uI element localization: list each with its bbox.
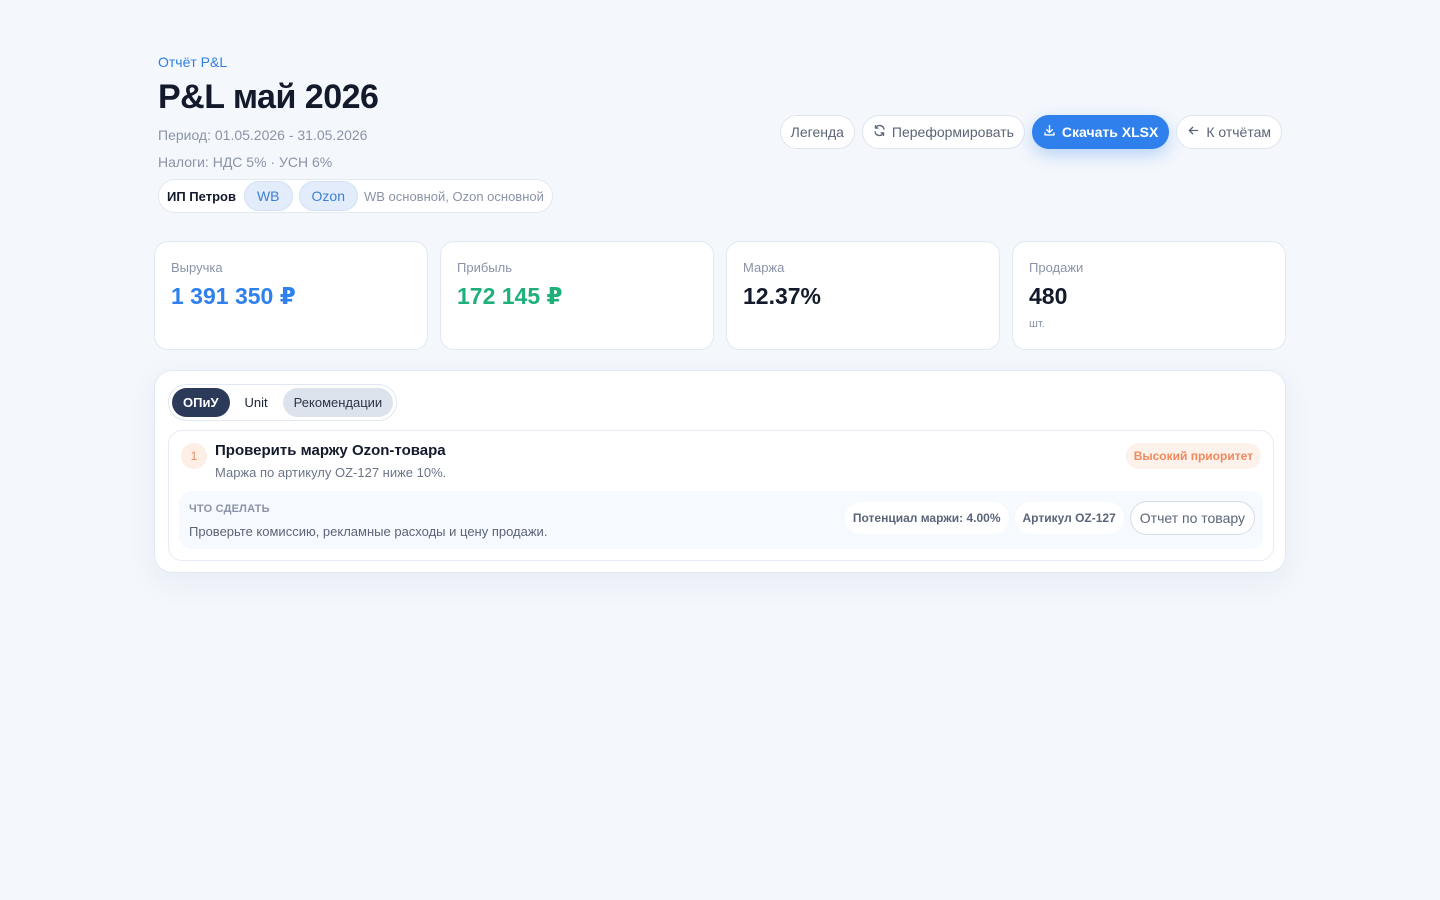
download-icon	[1043, 124, 1056, 140]
kpi-unit: шт.	[1029, 318, 1045, 330]
entity-name: ИП Петров	[167, 188, 236, 204]
kpi-label: Прибыль	[457, 260, 512, 275]
priority-badge: Высокий приоритет	[1125, 443, 1261, 469]
product-report-label: Отчет по товару	[1139, 510, 1245, 526]
marketplace-chip-wb: WB	[243, 181, 293, 211]
recommendation-number: 1	[181, 443, 207, 469]
todo-label: ЧТО СДЕЛАТЬ	[189, 503, 270, 515]
regenerate-button-label: Переформировать	[891, 124, 1014, 140]
recommendation-description: Маржа по артикулу OZ-127 ниже 10%.	[215, 465, 447, 480]
kpi-label: Маржа	[743, 260, 785, 275]
report-tabs: ОПиУ Unit Рекомендации	[168, 384, 398, 421]
recommendation-title: Проверить маржу Ozon-товара	[215, 442, 446, 459]
kpi-profit: Прибыль 172 145 ₽	[440, 241, 714, 350]
legend-button[interactable]: Легенда	[779, 115, 855, 149]
kpi-value: 1 391 350 ₽	[171, 283, 296, 309]
report-header: Отчёт P&L P&L май 2026 Период: 01.05.202…	[158, 54, 379, 170]
kpi-margin: Маржа 12.37%	[726, 241, 1000, 350]
kpi-value: 172 145 ₽	[457, 283, 563, 309]
refresh-icon	[873, 124, 886, 140]
todo-meta: Потенциал маржи: 4.00% Артикул OZ-127 От…	[844, 501, 1255, 535]
kpi-label: Выручка	[171, 260, 223, 275]
legend-button-label: Легенда	[790, 124, 844, 140]
marketplace-chip-ozon: Ozon	[298, 181, 358, 211]
todo-block: ЧТО СДЕЛАТЬ Проверьте комиссию, рекламны…	[179, 491, 1263, 549]
kpi-value: 12.37%	[743, 283, 822, 309]
sku-badge: Артикул OZ-127	[1014, 502, 1124, 534]
todo-text: Проверьте комиссию, рекламные расходы и …	[189, 524, 548, 539]
tab-unit[interactable]: Unit	[234, 388, 279, 417]
kpi-revenue: Выручка 1 391 350 ₽	[154, 241, 428, 350]
report-panel: ОПиУ Unit Рекомендации 1 Проверить маржу…	[154, 370, 1286, 573]
download-xlsx-button[interactable]: Скачать XLSX	[1031, 115, 1170, 149]
page-title: P&L май 2026	[158, 78, 379, 116]
kpi-label: Продажи	[1029, 260, 1084, 275]
back-button-label: К отчётам	[1206, 124, 1271, 140]
arrow-left-icon	[1187, 124, 1200, 140]
download-button-label: Скачать XLSX	[1061, 124, 1159, 140]
recommendation-card: 1 Проверить маржу Ozon-товара Маржа по а…	[168, 430, 1274, 561]
entity-note: WB основной, Ozon основной	[363, 188, 544, 204]
entity-bar: ИП Петров WB Ozon WB основной, Ozon осно…	[158, 179, 553, 213]
regenerate-button[interactable]: Переформировать	[861, 115, 1025, 149]
margin-potential-badge: Потенциал маржи: 4.00%	[844, 502, 1009, 534]
kpi-sales: Продажи 480 шт.	[1012, 241, 1286, 350]
product-report-button[interactable]: Отчет по товару	[1129, 501, 1255, 535]
breadcrumb[interactable]: Отчёт P&L	[158, 54, 378, 70]
tab-pnl[interactable]: ОПиУ	[172, 388, 230, 417]
report-period: Период: 01.05.2026 - 31.05.2026	[158, 127, 368, 143]
back-to-reports-button[interactable]: К отчётам	[1176, 115, 1282, 149]
header-actions: Легенда Переформировать Скачать XLSX К о…	[779, 115, 1282, 149]
kpi-value: 480	[1029, 283, 1068, 309]
report-taxes: Налоги: НДС 5% · УСН 6%	[158, 154, 333, 170]
kpi-row: Выручка 1 391 350 ₽ Прибыль 172 145 ₽ Ма…	[154, 241, 1286, 350]
tab-recommendations[interactable]: Рекомендации	[282, 388, 394, 417]
